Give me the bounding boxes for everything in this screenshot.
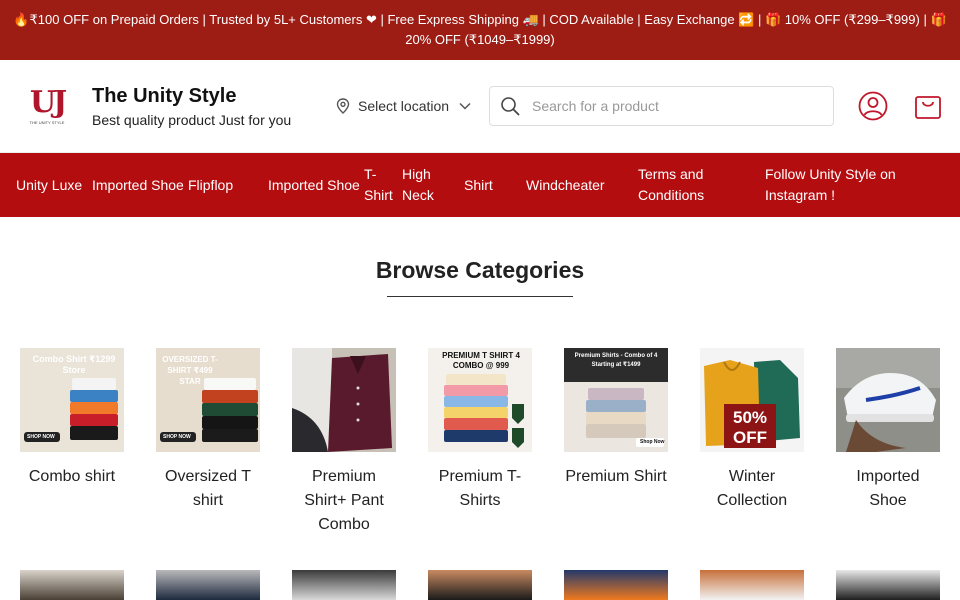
category-card-partial[interactable] [700,570,804,600]
main-nav: Unity Luxe Imported Shoe Flipflop Import… [0,153,960,217]
nav-item-unity-luxe[interactable]: Unity Luxe [16,175,92,196]
announcement-text: 🔥₹100 OFF on Prepaid Orders | Trusted by… [13,12,947,47]
category-image-partial[interactable] [156,570,260,600]
category-label: Winter Collection [716,468,788,509]
category-card-premium-shirt-pant-combo[interactable]: Premium Shirt+ Pant Combo [292,348,396,537]
category-card-oversized-t-shirt[interactable]: OVERSIZED T-SHIRT ₹499 STAR SHOP NOW Ove… [156,348,260,537]
site-header: UJ THE UNITY STYLE The Unity Style Best … [0,60,960,153]
nav-item-windcheater[interactable]: Windcheater [526,175,638,196]
category-card-partial[interactable] [20,570,124,600]
shopping-bag-icon[interactable] [914,92,942,120]
category-card-partial[interactable] [428,570,532,600]
category-image-winter-collection[interactable]: 50% OFF [700,348,804,452]
category-card-combo-shirt[interactable]: Combo Shirt ₹1299 Store SHOP NOW Combo s… [20,348,124,537]
oversized-cta: SHOP NOW [163,434,191,440]
category-image-partial[interactable] [564,570,668,600]
category-card-partial[interactable] [292,570,396,600]
location-pin-icon [336,98,350,114]
site-logo[interactable]: UJ THE UNITY STYLE [22,81,72,131]
logo-text: THE UNITY STYLE [29,119,65,125]
category-card-premium-shirt[interactable]: Premium Shirts - Combo of 4 Starting at … [564,348,668,537]
nav-item-terms[interactable]: Terms and Conditions [638,164,765,206]
search-icon[interactable] [500,96,520,116]
user-account-icon[interactable] [858,91,888,121]
category-label: Premium Shirt+ Pant Combo [304,468,384,533]
category-image-partial[interactable] [700,570,804,600]
category-grid-row-2 [20,570,940,600]
nav-item-t-shirt[interactable]: T-Shirt [364,164,402,206]
premium-tshirt-badge: PREMIUM T SHIRT 4 COMBO @ 999 [442,351,520,370]
category-label: Imported Shoe [856,468,920,509]
search-bar[interactable] [489,86,834,126]
category-card-partial[interactable] [156,570,260,600]
category-card-premium-t-shirts[interactable]: PREMIUM T SHIRT 4 COMBO @ 999 Premium T-… [428,348,532,537]
logo-mark: UJ [29,84,67,120]
nav-item-instagram[interactable]: Follow Unity Style on Instagram ! [765,164,910,206]
category-card-winter-collection[interactable]: 50% OFF Winter Collection [700,348,804,537]
header-actions [858,91,942,121]
category-image-partial[interactable] [836,570,940,600]
category-image-premium-t-shirts[interactable]: PREMIUM T SHIRT 4 COMBO @ 999 [428,348,532,452]
location-selector[interactable]: Select location [336,98,481,114]
premium-shirt-cta: Shop Now [640,439,665,445]
nav-item-imported-shoe-2[interactable]: Imported Shoe [268,175,364,196]
brand-name[interactable]: The Unity Style [92,84,318,108]
category-label: Combo shirt [28,468,116,485]
sneaker-illustration [836,348,940,452]
oversized-badge: OVERSIZED T-SHIRT ₹499 STAR [162,355,218,386]
winter-sale-badge: 50% OFF [732,408,768,447]
premium-shirt-badge: Premium Shirts - Combo of 4 Starting at … [574,353,658,368]
search-input[interactable] [532,98,823,114]
category-card-partial[interactable] [836,570,940,600]
category-label: Oversized T shirt [165,468,251,509]
category-image-premium-shirt-pant[interactable] [292,348,396,452]
category-image-partial[interactable] [20,570,124,600]
category-card-imported-shoe[interactable]: Imported Shoe [836,348,940,537]
section-title: Browse Categories [375,257,585,283]
category-image-oversized-t-shirt[interactable]: OVERSIZED T-SHIRT ₹499 STAR SHOP NOW [156,348,260,452]
category-image-premium-shirt[interactable]: Premium Shirts - Combo of 4 Starting at … [564,348,668,452]
brand-tagline: Best quality product Just for you [92,112,292,128]
brand-block: The Unity Style Best quality product Jus… [92,84,318,128]
nav-item-imported-shoe[interactable]: Imported Shoe [92,175,188,196]
category-image-partial[interactable] [292,570,396,600]
title-underline [387,296,573,297]
category-grid: Combo Shirt ₹1299 Store SHOP NOW Combo s… [20,348,940,537]
nav-item-high-neck[interactable]: High Neck [402,164,464,206]
chevron-down-icon [459,102,471,110]
location-label: Select location [358,98,450,114]
shirt-pant-illustration [292,348,396,452]
combo-cta: SHOP NOW [27,434,55,440]
category-label: Premium Shirt [565,468,667,485]
category-card-partial[interactable] [564,570,668,600]
announcement-bar: 🔥₹100 OFF on Prepaid Orders | Trusted by… [0,0,960,60]
combo-badge: Combo Shirt ₹1299 Store [32,354,116,375]
nav-item-shirt[interactable]: Shirt [464,175,526,196]
browse-categories-header: Browse Categories [0,257,960,297]
category-image-partial[interactable] [428,570,532,600]
category-image-imported-shoe[interactable] [836,348,940,452]
nav-item-flipflop[interactable]: Flipflop [188,175,268,196]
category-label: Premium T-Shirts [438,468,522,509]
category-image-combo-shirt[interactable]: Combo Shirt ₹1299 Store SHOP NOW [20,348,124,452]
